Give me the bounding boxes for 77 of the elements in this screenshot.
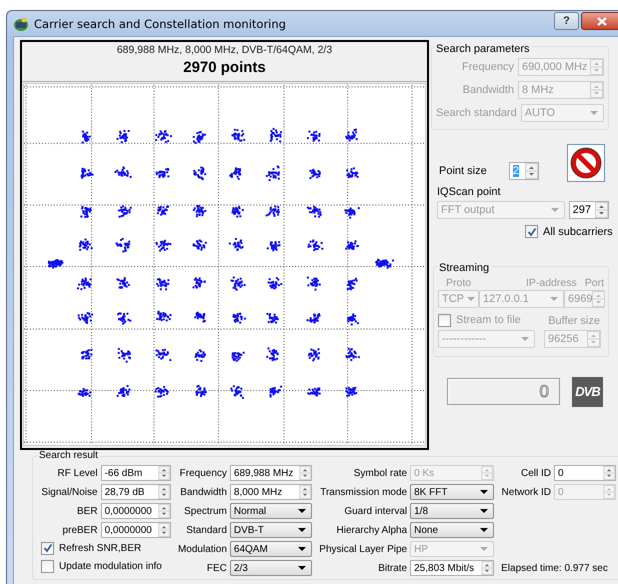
checkbox-label: All subcarriers — [543, 226, 613, 238]
field-label: Port — [584, 276, 604, 288]
field-label: Bitrate — [377, 562, 408, 574]
group-title: Streaming — [437, 262, 492, 274]
plot-subtitle: 689,988 MHz, 8,000 MHz, DVB-T/64QAM, 2/3 — [116, 44, 332, 56]
field-label: Standard — [185, 524, 227, 536]
spin-field[interactable]: 297 — [568, 201, 609, 219]
spin-arrows-icon[interactable] — [158, 485, 170, 499]
spin-field[interactable]: 0 — [554, 465, 616, 481]
field-label: Symbol rate — [352, 468, 408, 478]
spin-field[interactable]: 28,79 dB — [100, 484, 171, 500]
field-label: Point size — [439, 165, 487, 177]
plot-title: 2970 points — [183, 59, 266, 76]
field-label: Modulation — [176, 544, 227, 554]
lcd-display: 0 — [447, 378, 560, 405]
field-label: Guard interval — [343, 506, 408, 516]
field-label: FEC — [206, 562, 227, 574]
spin-field[interactable]: 8,000 MHz — [230, 484, 312, 500]
field-label: IP-address — [526, 276, 577, 288]
field-label: Buffer size — [548, 314, 600, 326]
checkmark-icon — [526, 226, 536, 236]
field-label: Network ID — [500, 486, 551, 498]
dropdown[interactable]: 64QAM — [230, 541, 312, 557]
dropdown[interactable]: 1/8 — [410, 503, 494, 519]
spin-arrows-icon[interactable] — [298, 485, 311, 499]
checkbox[interactable] — [41, 560, 54, 573]
checkbox-label: Stream to file — [456, 314, 521, 326]
field-label: preBER — [62, 524, 98, 536]
stop-button[interactable] — [567, 144, 605, 182]
group-title: Search parameters — [434, 43, 532, 55]
spin-arrows-icon[interactable] — [158, 523, 170, 537]
spin-field[interactable]: 689,988 MHz — [230, 465, 312, 481]
dropdown[interactable]: DVB-T — [230, 522, 312, 538]
field-label: Bandwidth — [179, 486, 227, 498]
field-label: Frequency — [178, 468, 227, 478]
spin-arrows-icon[interactable] — [298, 466, 311, 480]
spin-field[interactable]: 0,0000000 — [100, 503, 171, 519]
field-label: Signal/Noise — [40, 486, 98, 498]
checkbox-label: Refresh SNR,BER — [59, 542, 142, 554]
close-icon — [597, 16, 607, 26]
spin-field[interactable]: 25,803 Mbit/s — [410, 560, 494, 576]
field-label: Physical Layer Pipe — [318, 544, 408, 554]
field-label: Hierarchy Alpha — [336, 524, 408, 536]
spin-field[interactable]: 0,0000000 — [100, 522, 171, 538]
elapsed-time: Elapsed time: 0.977 sec — [500, 562, 609, 574]
close-button[interactable] — [581, 12, 618, 30]
help-button[interactable]: ? — [554, 12, 579, 30]
spin-arrows-icon[interactable] — [158, 466, 170, 480]
field-label: Bandwidth — [462, 84, 514, 96]
logo: DVB — [572, 376, 603, 406]
field-label: Cell ID — [520, 468, 551, 478]
dropdown[interactable]: 8K FFT — [410, 484, 494, 500]
window-title: Carrier search and Constellation monitoring — [34, 16, 286, 30]
field-label: Proto — [446, 276, 472, 288]
dropdown[interactable]: 2/3 — [230, 560, 312, 576]
field-label: RF Level — [56, 468, 98, 478]
spin-field[interactable]: -66 dBm — [100, 465, 171, 481]
field-label: Transmission mode — [319, 486, 408, 498]
field-label: BER — [76, 506, 98, 516]
dropdown[interactable]: None — [410, 522, 494, 538]
checkbox[interactable] — [525, 225, 538, 238]
field-label: IQScan point — [437, 186, 501, 198]
app-icon — [13, 16, 29, 32]
spin-arrows-icon[interactable] — [481, 561, 494, 575]
checkbox-label: Update modulation info — [59, 561, 162, 572]
checkbox[interactable] — [41, 542, 54, 555]
spin-arrows-icon[interactable] — [595, 202, 608, 218]
spin-arrows-icon[interactable] — [524, 163, 538, 179]
group-title: Search result — [37, 450, 100, 461]
no-entry-icon — [570, 147, 602, 179]
field-label: Spectrum — [183, 506, 227, 516]
dropdown[interactable]: Normal — [230, 503, 312, 519]
spin-arrows-icon[interactable] — [603, 466, 615, 480]
spin-arrows-icon[interactable] — [158, 504, 170, 518]
field-label: Frequency — [462, 61, 514, 73]
checkmark-icon — [42, 543, 52, 554]
field-label: Search standard — [436, 107, 517, 119]
